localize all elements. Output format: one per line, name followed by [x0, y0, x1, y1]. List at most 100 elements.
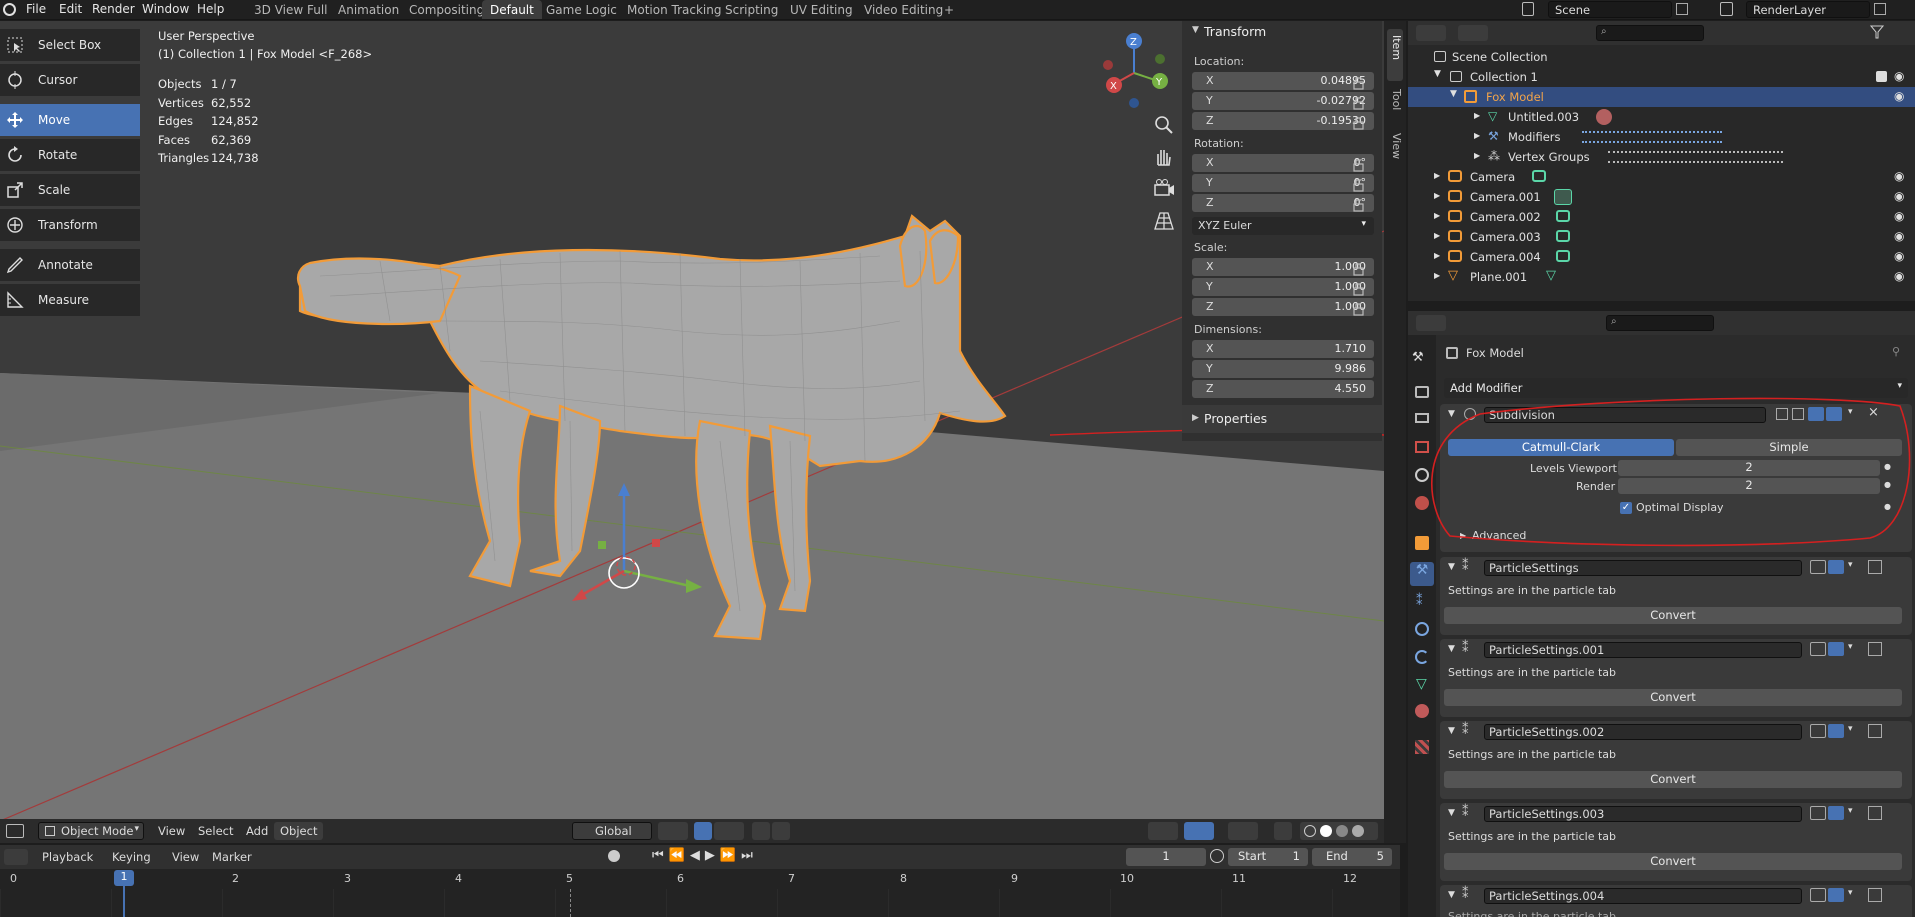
new-scene-icon[interactable] [1676, 3, 1688, 15]
eye-icon[interactable]: ◉ [1894, 89, 1904, 103]
properties-panel-header[interactable]: ▶ Properties [1182, 405, 1382, 433]
timeline[interactable]: 0 1 2 3 4 5 6 7 8 9 10 11 12 [0, 869, 1400, 917]
eye-icon[interactable]: ◉ [1894, 209, 1904, 223]
menu-add[interactable]: Add [246, 824, 268, 838]
gizmo-toggle[interactable] [1184, 822, 1214, 840]
tab-view[interactable]: View [1387, 129, 1403, 169]
playback-controls[interactable]: ⏮⏪◀▶⏩⏭ [652, 848, 758, 863]
lock-icons-rotation[interactable] [1352, 158, 1366, 218]
menu-window[interactable]: Window [142, 2, 189, 16]
outliner-row[interactable]: ▶ ▽ Plane.001 ▽ ◉ [1408, 267, 1915, 287]
editor-type-icon[interactable] [6, 824, 24, 838]
outliner-search-input[interactable]: ⌕ [1596, 25, 1704, 41]
modifier-name-field[interactable]: ParticleSettings.001 [1484, 642, 1802, 658]
location-x-field[interactable]: X 0.04895 [1192, 72, 1374, 90]
scale-z-field[interactable]: Z 1.000 [1192, 298, 1374, 316]
location-z-field[interactable]: Z -0.19530 [1192, 112, 1374, 130]
tab-compositing[interactable]: Compositing [401, 0, 492, 19]
location-y-field[interactable]: Y -0.02792 [1192, 92, 1374, 110]
tool-transform[interactable]: Transform [0, 209, 140, 241]
chevron-down-icon[interactable]: ▾ [1848, 560, 1853, 570]
convert-button[interactable]: Convert [1444, 771, 1902, 788]
current-frame-field[interactable]: 1 [1126, 848, 1206, 866]
properties-search-input[interactable]: ⌕ [1606, 315, 1714, 331]
solid-shading-icon[interactable] [1320, 825, 1332, 837]
menu-keying[interactable]: Keying [112, 850, 151, 864]
menu-view[interactable]: View [172, 850, 199, 864]
scene-icon[interactable] [1522, 2, 1534, 16]
expand-arrow-icon[interactable]: ▶ [1474, 151, 1480, 160]
convert-button[interactable]: Convert [1444, 689, 1902, 706]
tool-scale[interactable]: Scale [0, 174, 140, 206]
outliner-row[interactable]: ▶ Camera.001 ◉ [1408, 187, 1915, 207]
viewport-display-toggle[interactable] [1810, 642, 1826, 656]
camera-view-icon[interactable] [1152, 177, 1176, 201]
outliner-row[interactable]: Scene Collection [1408, 47, 1915, 67]
blender-logo-icon[interactable] [3, 3, 16, 16]
editor-type-dropdown[interactable] [4, 849, 28, 865]
eye-icon[interactable]: ◉ [1894, 169, 1904, 183]
outliner-row[interactable]: ▶ Camera ◉ [1408, 167, 1915, 187]
modifier-name-field[interactable]: ParticleSettings [1484, 560, 1802, 576]
new-render-layer-icon[interactable] [1874, 3, 1886, 15]
expand-arrow-icon[interactable]: ▶ [1434, 251, 1440, 260]
rendered-shading-icon[interactable] [1352, 825, 1364, 837]
proportional-edit-toggle[interactable] [752, 822, 770, 840]
pivot-dropdown[interactable] [658, 822, 688, 840]
grip-icon[interactable] [1868, 888, 1882, 902]
snap-toggle[interactable] [694, 822, 712, 840]
expand-arrow-icon[interactable]: ▼ [1450, 89, 1457, 99]
outliner-row-selected[interactable]: ▼ Fox Model ◉ [1408, 87, 1915, 107]
expand-arrow-icon[interactable]: ▶ [1434, 271, 1440, 280]
expand-arrow-icon[interactable]: ▶ [1434, 211, 1440, 220]
outliner-row[interactable]: ▶ Camera.003 ◉ [1408, 227, 1915, 247]
menu-object[interactable]: Object [274, 822, 324, 840]
scene-field[interactable]: Scene [1548, 1, 1672, 18]
mode-dropdown[interactable]: Object Mode ▾ [38, 822, 144, 840]
menu-marker[interactable]: Marker [212, 850, 252, 864]
menu-select[interactable]: Select [198, 824, 233, 838]
add-workspace-button[interactable]: + [936, 0, 962, 19]
editor-type-dropdown[interactable] [1416, 25, 1446, 41]
tool-annotate[interactable]: Annotate [0, 249, 140, 281]
transform-title[interactable]: Transform [1204, 24, 1266, 39]
material-shading-icon[interactable] [1336, 825, 1348, 837]
tab-motion-tracking[interactable]: Motion Tracking [619, 0, 729, 19]
expand-arrow-icon[interactable]: ▶ [1474, 131, 1480, 140]
xray-toggle[interactable] [1274, 822, 1292, 840]
dimensions-z-field[interactable]: Z 4.550 [1192, 380, 1374, 398]
outliner-row[interactable]: ▶ ⁂ Vertex Groups [1408, 147, 1915, 167]
convert-button[interactable]: Convert [1444, 607, 1902, 624]
3d-viewport[interactable]: Select Box Cursor Move Rotate Scale Tran… [0, 21, 1384, 843]
chevron-down-icon[interactable]: ▾ [1848, 642, 1853, 652]
visibility-dropdown[interactable] [1148, 822, 1178, 840]
falloff-icon[interactable] [772, 822, 790, 840]
tab-default[interactable]: Default [482, 0, 542, 19]
menu-playback[interactable]: Playback [42, 850, 93, 864]
display-mode-dropdown[interactable] [1458, 25, 1488, 41]
grip-icon[interactable] [1868, 806, 1882, 820]
render-layer-field[interactable]: RenderLayer [1746, 1, 1870, 18]
menu-render[interactable]: Render [92, 2, 135, 16]
playhead[interactable]: 1 [114, 870, 134, 886]
tab-animation[interactable]: Animation [330, 0, 407, 19]
physics-tab-icon[interactable] [1415, 622, 1429, 636]
expand-arrow-icon[interactable]: ▶ [1434, 171, 1440, 180]
eye-icon[interactable]: ◉ [1894, 269, 1904, 283]
tab-game-logic[interactable]: Game Logic [538, 0, 625, 19]
texture-tab-icon[interactable] [1415, 740, 1429, 754]
grip-icon[interactable] [1868, 642, 1882, 656]
eye-icon[interactable]: ◉ [1894, 189, 1904, 203]
outliner-row[interactable]: ▶ ⚒ Modifiers [1408, 127, 1915, 147]
chevron-down-icon[interactable]: ▾ [1848, 724, 1853, 734]
eye-icon[interactable]: ◉ [1894, 229, 1904, 243]
tab-tool[interactable]: Tool [1387, 85, 1403, 125]
outliner-row[interactable]: ▶ ▽ Untitled.003 [1408, 107, 1915, 127]
dimensions-y-field[interactable]: Y 9.986 [1192, 360, 1374, 378]
collapse-arrow-icon[interactable]: ▼ [1448, 726, 1455, 736]
menu-view[interactable]: View [158, 824, 185, 838]
start-frame-field[interactable]: Start 1 [1228, 848, 1308, 866]
pin-icon[interactable]: ⚲ [1892, 345, 1900, 358]
rotation-mode-dropdown[interactable]: XYZ Euler ▾ [1192, 217, 1374, 235]
render-toggle[interactable] [1828, 724, 1844, 738]
